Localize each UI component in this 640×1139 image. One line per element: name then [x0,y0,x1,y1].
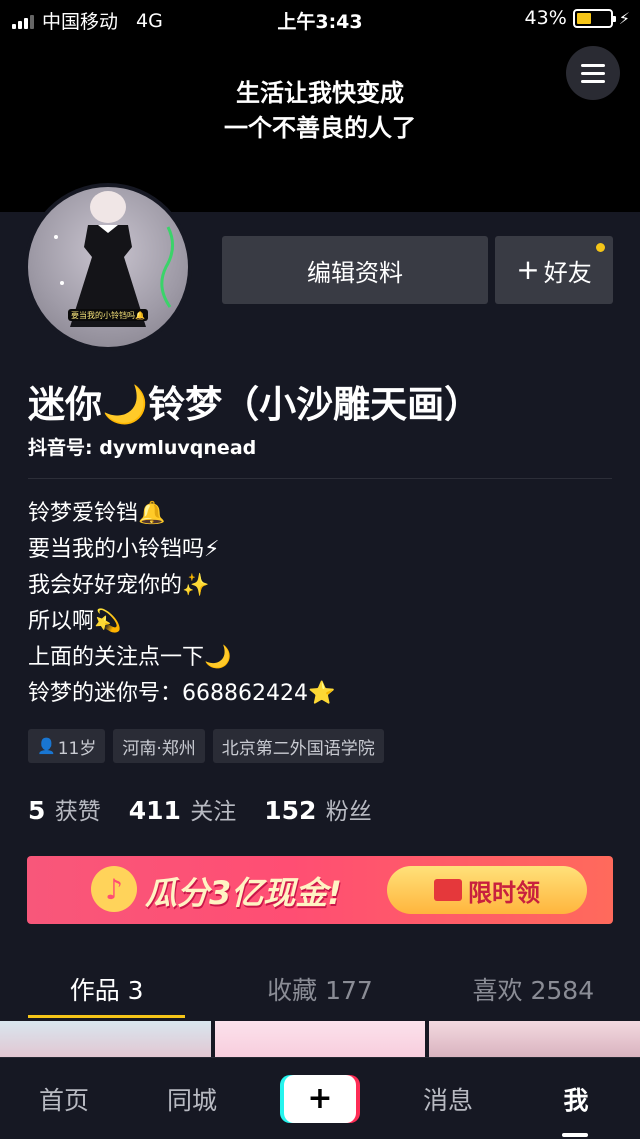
tab-favorites[interactable]: 收藏 177 [213,960,426,1018]
likes-label: 获赞 [54,799,101,825]
bottom-nav: 首页 同城 + 消息 我 [0,1057,640,1139]
nav-create[interactable]: + [256,1058,384,1139]
profile-stats: 5 获赞 411 关注 152 粉丝 [28,792,372,826]
likes-stat[interactable]: 5 获赞 [28,792,101,826]
charging-icon: ⚡ [618,8,630,28]
followers-label: 粉丝 [325,799,372,825]
create-button[interactable]: + [284,1074,356,1123]
avatar[interactable]: 要当我的小铃铛吗🔔 [24,183,192,351]
plus-icon: + [516,253,540,286]
promo-banner[interactable]: ♪ 瓜分3亿现金! 限时领 [27,856,613,924]
profile-tags: 👤 11岁 河南·郑州 北京第二外国语学院 [28,729,384,763]
location-tag: 河南·郑州 [113,729,205,763]
age-tag: 👤 11岁 [28,729,106,763]
school-tag[interactable]: 北京第二外国语学院 [212,729,384,763]
status-bar: 中国移动 4G 上午3:43 43% ⚡ [0,0,640,36]
avatar-picture: 要当我的小铃铛吗🔔 [54,191,174,327]
douyin-logo-icon: ♪ [91,866,137,912]
banner-text: 生活让我快变成 一个不善良的人了 [0,76,640,146]
following-label: 关注 [190,799,237,825]
school-label: 北京第二外国语学院 [221,738,375,759]
content-tabs: 作品 3 收藏 177 喜欢 2584 [0,960,640,1018]
add-friend-button[interactable]: + 好友 [495,236,613,304]
followers-count: 152 [264,796,317,825]
bio-line: 铃梦的迷你号：668862424⭐ [28,681,336,706]
location-label: 河南·郑州 [122,738,196,759]
banner-line-1: 生活让我快变成 [236,79,404,107]
nickname: 迷你🌙铃梦（小沙雕天画） [28,383,482,426]
edit-profile-button[interactable]: 编辑资料 [222,236,488,304]
age-label: 11岁 [57,738,97,759]
avatar-image: 要当我的小铃铛吗🔔 [28,187,188,347]
video-thumbnail[interactable] [214,1021,426,1057]
battery-fill [576,12,591,24]
likes-count: 5 [28,796,46,825]
avatar-caption: 要当我的小铃铛吗🔔 [71,310,145,320]
battery-icon [572,8,616,28]
notification-dot [596,243,605,252]
divider [28,478,612,479]
add-friend-label: 好友 [543,258,592,287]
promo-text: 瓜分3亿现金! [145,874,342,912]
female-icon: 👤 [37,737,56,755]
menu-icon-bar [581,63,605,67]
douyin-id: 抖音号: dyvmluvqnead [28,437,257,459]
bio-line: 我会好好宠你的✨ [28,573,210,598]
battery-percent: 43% [524,7,567,29]
red-envelope-icon [434,879,462,901]
bio: 铃梦爱铃铛🔔 要当我的小铃铛吗⚡ 我会好好宠你的✨ 所以啊💫 上面的关注点一下🌙… [28,496,335,712]
status-right: 43% ⚡ [525,7,630,29]
tab-works[interactable]: 作品 3 [0,960,213,1018]
menu-button[interactable] [566,46,620,100]
bio-line: 所以啊💫 [28,609,122,634]
bio-line: 上面的关注点一下🌙 [28,645,232,670]
nav-messages[interactable]: 消息 [384,1058,512,1139]
promo-cta-button[interactable]: 限时领 [387,866,587,914]
tab-likes[interactable]: 喜欢 2584 [427,960,640,1018]
video-thumbnail[interactable] [0,1021,211,1057]
active-nav-indicator [562,1133,588,1137]
banner-line-2: 一个不善良的人了 [224,114,416,142]
followers-stat[interactable]: 152 粉丝 [264,792,372,826]
following-count: 411 [128,796,181,825]
edit-profile-label: 编辑资料 [307,258,403,287]
nav-home[interactable]: 首页 [0,1058,128,1139]
video-grid [0,1021,640,1057]
menu-icon-bar [581,71,605,75]
menu-icon-bar [581,79,605,83]
following-stat[interactable]: 411 关注 [129,792,237,826]
promo-cta-label: 限时领 [468,878,540,907]
bio-line: 铃梦爱铃铛🔔 [28,501,166,526]
nav-me[interactable]: 我 [512,1058,640,1139]
bio-line: 要当我的小铃铛吗⚡ [28,537,220,562]
video-thumbnail[interactable] [429,1021,640,1057]
nav-city[interactable]: 同城 [128,1058,256,1139]
